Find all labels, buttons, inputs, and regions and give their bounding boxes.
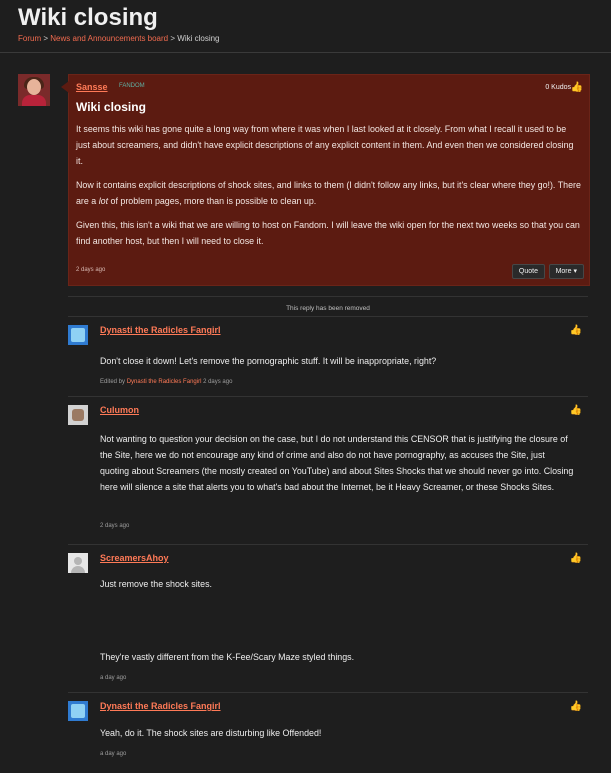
edited-by-link[interactable]: Dynasti the Radicles Fangirl <box>127 379 202 385</box>
original-poster-avatar[interactable] <box>18 74 50 106</box>
avatar-shirt <box>22 95 46 106</box>
removed-reply-notice: This reply has been removed <box>68 296 588 312</box>
reply-text: They're vastly different from the K-Fee/… <box>100 652 355 662</box>
page-title: Wiki closing <box>18 4 158 31</box>
thumbs-up-icon[interactable]: 👍 <box>570 553 582 564</box>
quote-button[interactable]: Quote <box>511 264 545 279</box>
post-paragraph: Given this, this isn't a wiki that we ar… <box>76 220 580 246</box>
reply: Dynasti the Radicles Fangirl 👍 Don't clo… <box>68 316 588 395</box>
reply-date: a day ago <box>100 675 127 681</box>
post-date: 2 days ago <box>76 267 106 273</box>
post-author-link[interactable]: Sansse <box>76 82 108 92</box>
fandom-logo-icon: FANDOM <box>119 83 145 89</box>
thumbs-up-icon[interactable]: 👍 <box>570 405 582 416</box>
thumbs-up-icon[interactable]: 👍 <box>570 325 582 336</box>
breadcrumb: Forum > News and Announcements board > W… <box>18 34 220 43</box>
header-divider <box>0 52 611 53</box>
breadcrumb-current: Wiki closing <box>177 34 220 43</box>
post-body: It seems this wiki has gone quite a long… <box>76 121 581 257</box>
post-paragraph: It seems this wiki has gone quite a long… <box>76 124 574 166</box>
breadcrumb-separator: > <box>43 34 49 43</box>
post-text: of problem pages, more than is possible … <box>108 196 317 206</box>
reply-date: a day ago <box>100 751 127 757</box>
original-post: Sansse FANDOM 0 Kudos 👍 Wiki closing It … <box>61 74 590 286</box>
breadcrumb-separator: > <box>170 34 176 43</box>
edited-prefix: Edited by <box>100 379 126 385</box>
reply-author-link[interactable]: Culumon <box>100 405 139 415</box>
avatar-face <box>27 79 41 95</box>
thumbs-up-icon[interactable]: 👍 <box>571 82 583 93</box>
reply-avatar[interactable] <box>68 325 88 345</box>
reply: ScreamersAhoy 👍 Just remove the shock si… <box>68 544 588 691</box>
post-paragraph: Now it contains explicit descriptions of… <box>76 177 581 209</box>
thumbs-up-icon[interactable]: 👍 <box>570 701 582 712</box>
reply: Culumon 👍 Not wanting to question your d… <box>68 396 588 543</box>
reply-text: Just remove the shock sites. <box>100 579 212 589</box>
reply-text: Yeah, do it. The shock sites are disturb… <box>100 728 322 738</box>
reply-date: 2 days ago <box>203 379 233 385</box>
reply-edited-meta: Edited by Dynasti the Radicles Fangirl 2… <box>100 379 232 385</box>
reply-text: Don't close it down! Let's remove the po… <box>100 356 437 366</box>
discussion-page: Wiki closing Forum > News and Announceme… <box>0 0 611 772</box>
more-menu-button[interactable]: More ▾ <box>548 264 584 279</box>
emphasis-text: lot <box>98 196 109 206</box>
reply-author-link[interactable]: ScreamersAhoy <box>100 553 169 563</box>
reply-avatar[interactable] <box>68 701 88 721</box>
kudos-count: 0 Kudos <box>545 84 571 91</box>
reply-avatar[interactable] <box>68 405 88 425</box>
reply-date: 2 days ago <box>100 523 130 529</box>
reply: Dynasti the Radicles Fangirl 👍 Yeah, do … <box>68 692 588 773</box>
reply-avatar[interactable] <box>68 553 88 573</box>
breadcrumb-forum-link[interactable]: Forum <box>18 34 41 43</box>
reply-text: Not wanting to question your decision on… <box>100 434 574 492</box>
reply-author-link[interactable]: Dynasti the Radicles Fangirl <box>100 325 221 335</box>
post-title: Wiki closing <box>76 100 146 114</box>
reply-author-link[interactable]: Dynasti the Radicles Fangirl <box>100 701 221 711</box>
breadcrumb-board-link[interactable]: News and Announcements board <box>50 34 168 43</box>
